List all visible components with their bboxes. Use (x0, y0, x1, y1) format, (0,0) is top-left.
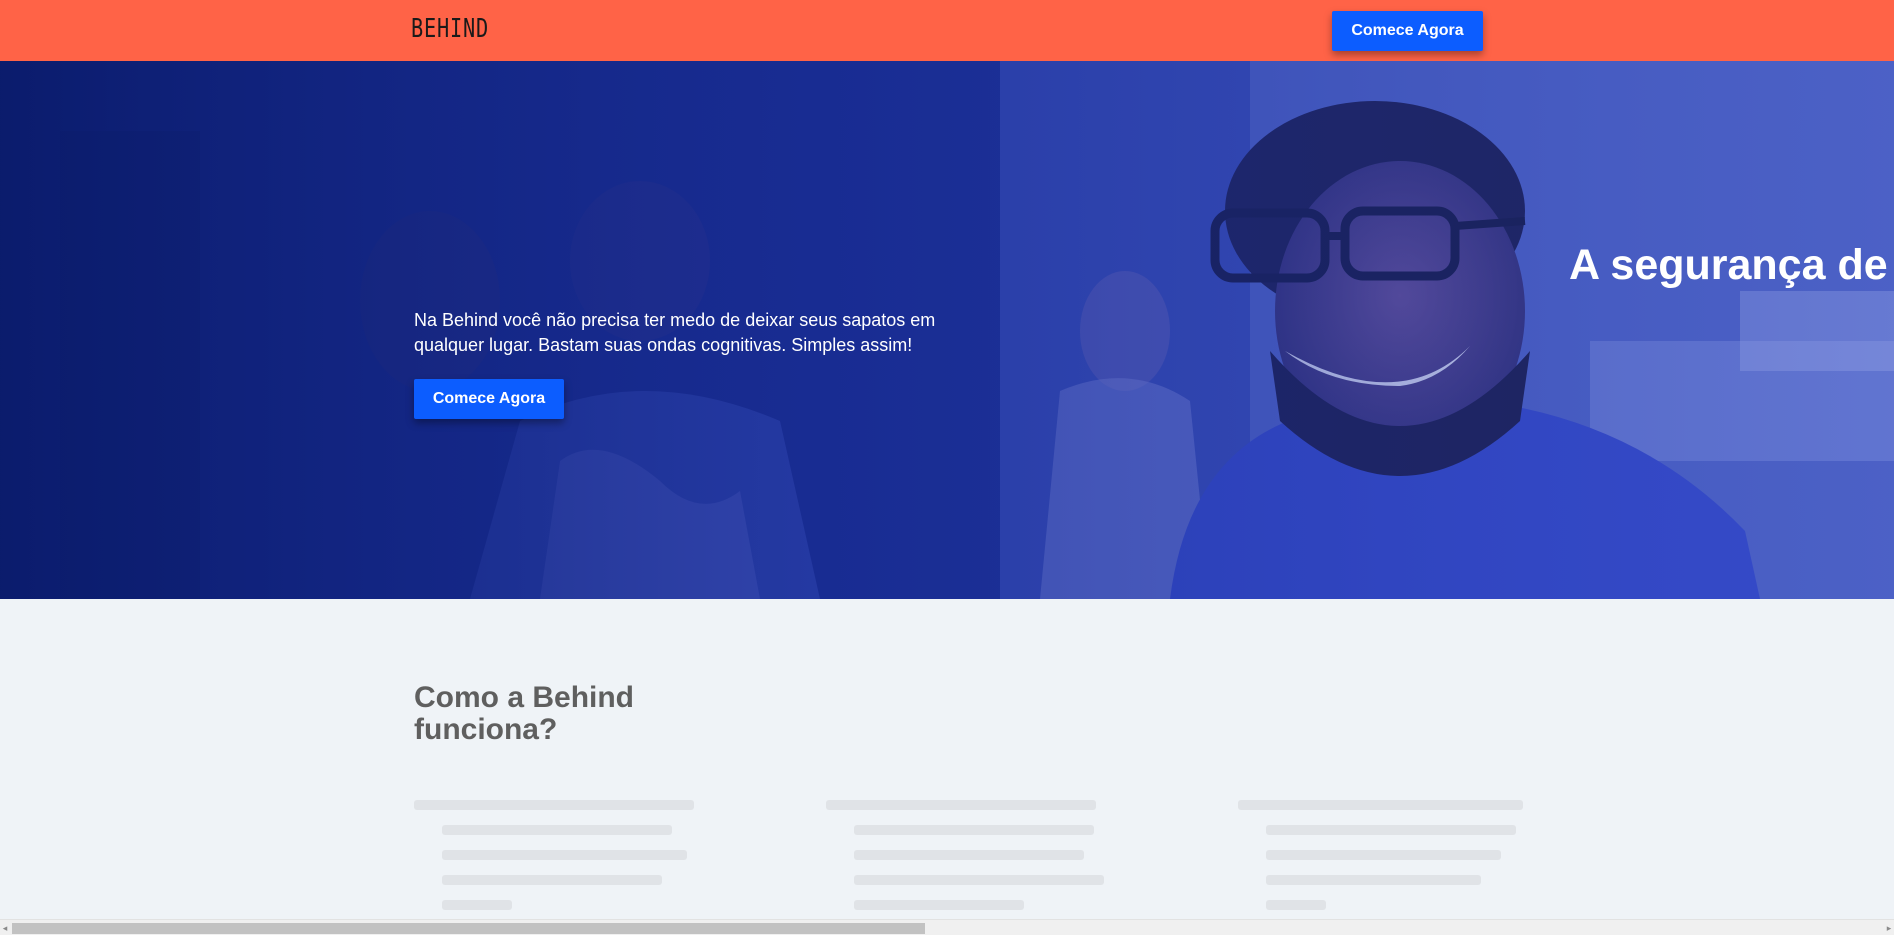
hero-section: Na Behind você não precisa ter medo de d… (0, 61, 1894, 599)
triangle-left-icon[interactable]: ◂ (0, 923, 10, 933)
faded-text-placeholder (1238, 800, 1523, 910)
hero-description: Na Behind você não precisa ter medo de d… (414, 310, 936, 355)
how-it-works-column-2 (826, 792, 1116, 919)
faded-text-placeholder (414, 800, 694, 910)
scrollbar-thumb[interactable] (12, 923, 925, 934)
header-start-button[interactable]: Comece Agora (1332, 11, 1483, 51)
behind-logo[interactable]: BEHIND (411, 14, 489, 44)
horizontal-scrollbar[interactable]: ◂ ▸ (0, 919, 1894, 935)
faded-text-placeholder (826, 800, 1104, 910)
triangle-right-icon[interactable]: ▸ (1884, 923, 1894, 933)
top-header: BEHIND Comece Agora (0, 0, 1894, 61)
page: BEHIND Comece Agora Na Behind você não p… (0, 0, 1894, 935)
how-it-works-title: Como a Behind funciona? (414, 681, 635, 746)
hero-title: A segurança de s (1569, 241, 1894, 289)
how-it-works-column-3 (1238, 792, 1528, 919)
how-it-works-column-1 (414, 792, 704, 919)
hero-start-button[interactable]: Comece Agora (414, 379, 564, 419)
